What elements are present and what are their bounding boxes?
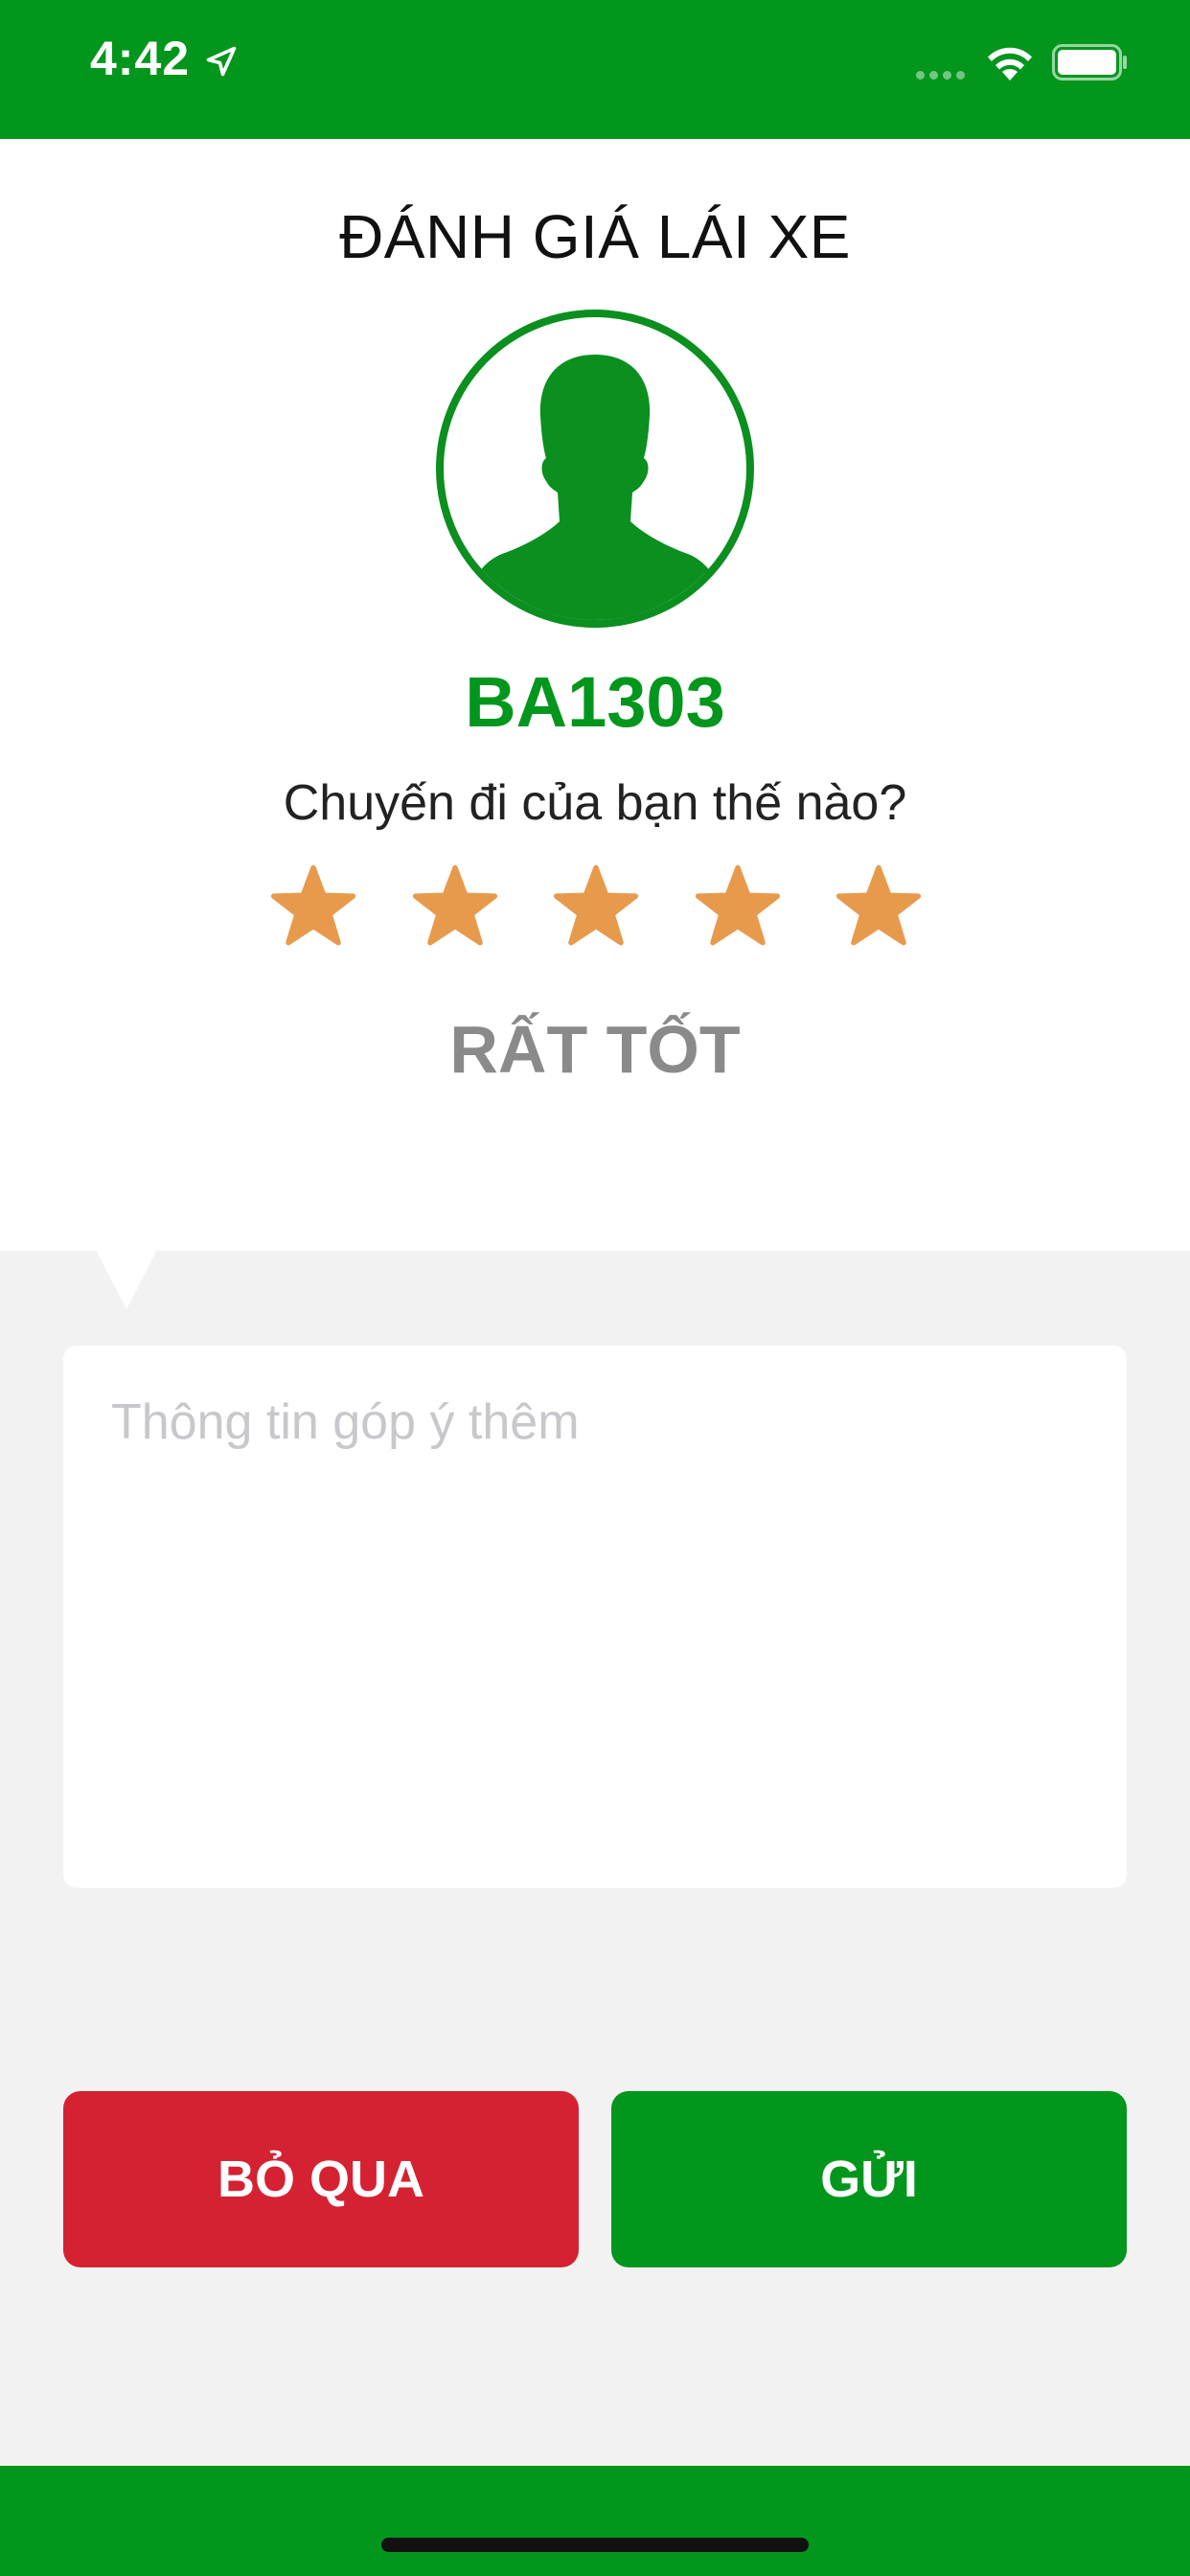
feedback-placeholder: Thông tin góp ý thêm [111, 1394, 580, 1450]
star-3-icon[interactable] [553, 862, 639, 949]
skip-button[interactable]: BỎ QUA [63, 2091, 579, 2267]
status-time: 4:42 [90, 32, 191, 85]
page-title: ĐÁNH GIÁ LÁI XE [339, 202, 851, 271]
speech-pointer [96, 1250, 157, 1309]
battery-icon [1052, 44, 1127, 80]
star-5-icon[interactable] [835, 862, 922, 949]
signal-dots-icon [916, 67, 970, 84]
rating-label: RẤT TỐT [449, 1012, 741, 1087]
star-4-icon[interactable] [695, 862, 781, 949]
star-2-icon[interactable] [412, 862, 498, 949]
wifi-icon [988, 47, 1032, 80]
feedback-input[interactable]: Thông tin góp ý thêm [63, 1346, 1127, 1888]
home-indicator[interactable] [381, 2538, 809, 2552]
driver-avatar-icon [436, 310, 754, 628]
location-arrow-icon [206, 46, 237, 77]
rating-question: Chuyến đi của bạn thế nào? [283, 775, 907, 831]
bottom-bar [0, 2466, 1190, 2576]
status-bar: 4:42 [0, 0, 1190, 139]
star-1-icon[interactable] [270, 862, 356, 949]
send-button[interactable]: GỬI [611, 2091, 1127, 2267]
star-rating [270, 862, 922, 949]
driver-code: BA1303 [465, 662, 725, 742]
